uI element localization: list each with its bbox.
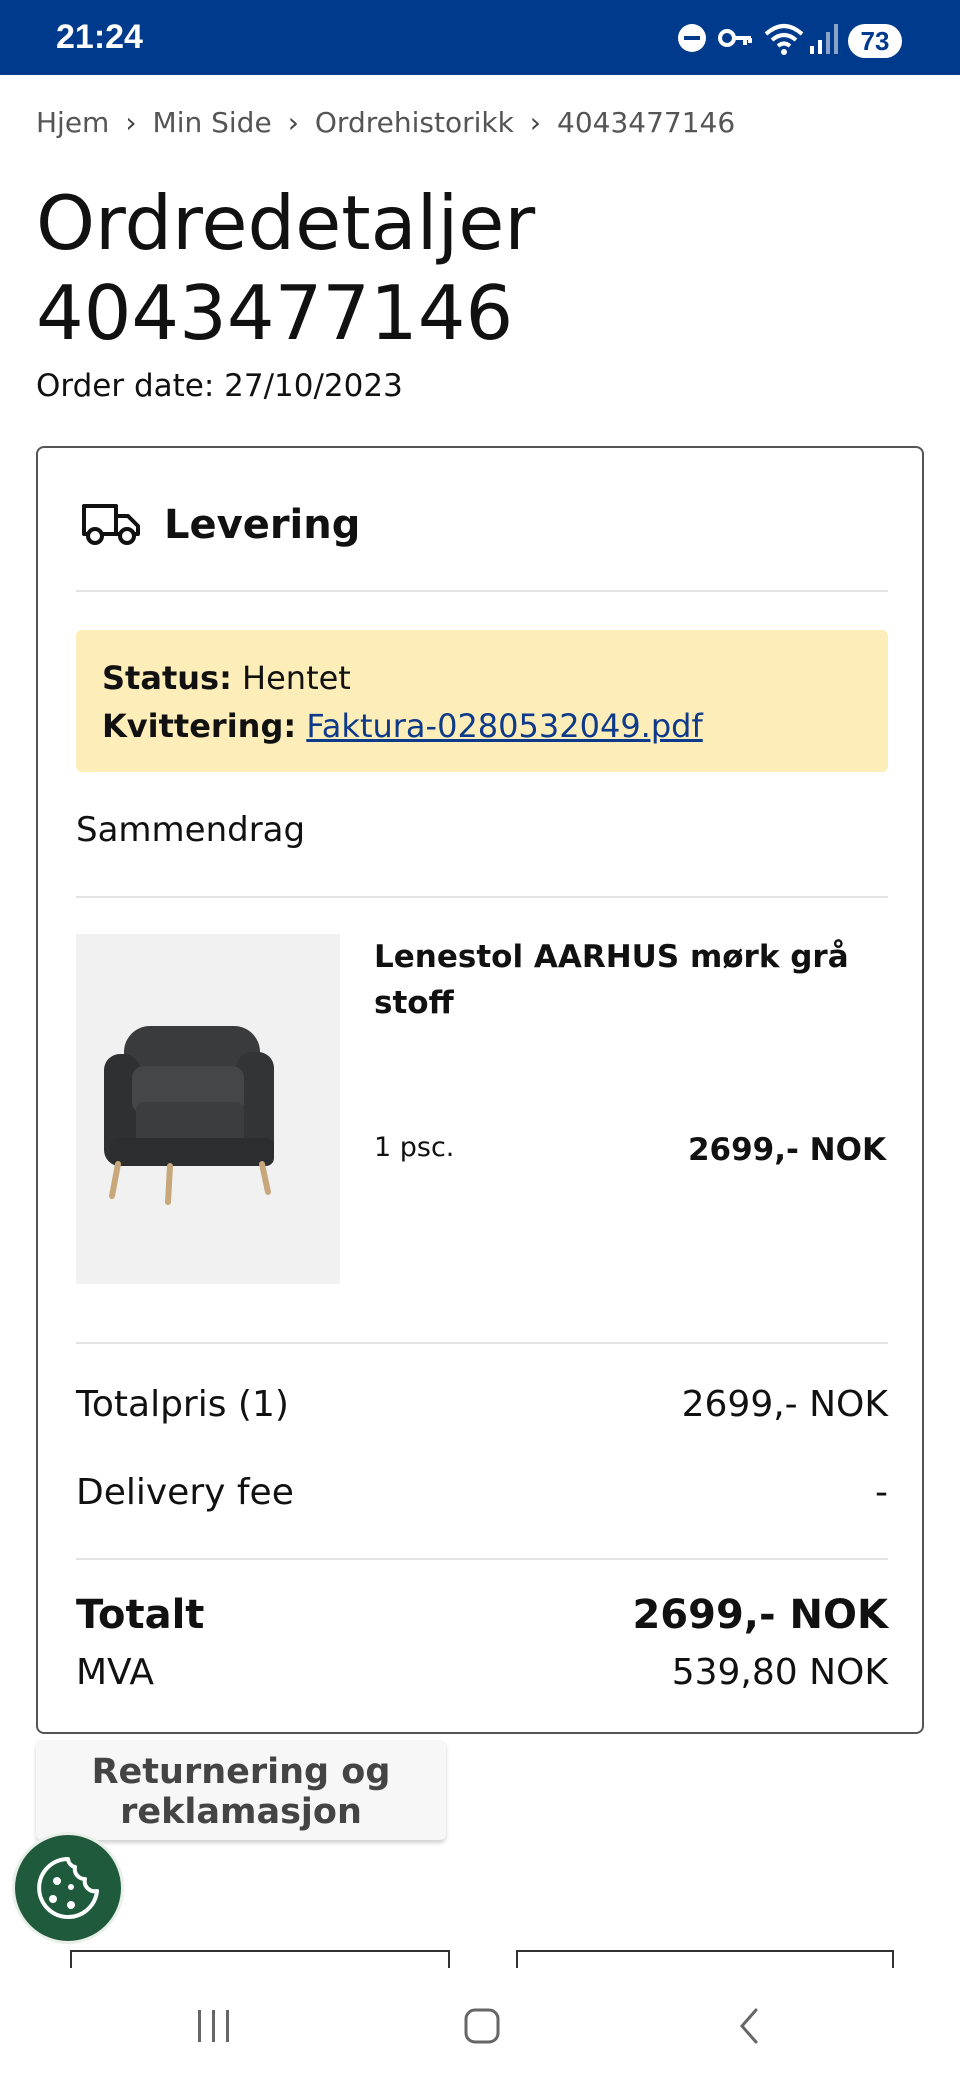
divider [76,1342,888,1344]
total-price-value: 2699,- NOK [681,1384,888,1425]
breadcrumb-home[interactable]: Hjem [36,106,109,139]
status-value: Hentet [242,659,351,697]
next-section-box-left [70,1950,450,1970]
order-date: Order date: 27/10/2023 [36,368,403,404]
wifi-icon [764,24,804,55]
delivery-fee-label: Delivery fee [76,1472,294,1513]
total-price-row: Totalpris (1) 2699,- NOK [76,1384,888,1425]
delivery-fee-value: - [875,1472,888,1513]
total-price-label: Totalpris (1) [76,1384,289,1425]
breadcrumb-separator: › [125,106,137,139]
vat-row: MVA 539,80 NOK [76,1652,888,1693]
divider [76,590,888,592]
product-image[interactable] [76,934,340,1284]
summary-heading: Sammendrag [76,810,306,850]
receipt-link[interactable]: Faktura-0280532049.pdf [306,707,702,745]
cookie-icon [37,1857,99,1919]
truck-icon [82,504,140,545]
battery-indicator: 73 [848,24,902,58]
divider [76,1558,888,1560]
order-details-card: Levering Status: Hentet Kvittering: Fakt… [36,446,924,1734]
page-title-order-number: 4043477146 [36,269,514,357]
vpn-key-icon [718,29,752,47]
product-name[interactable]: Lenestol AARHUS mørk grå stoff [374,934,874,1026]
grand-total-value: 2699,- NOK [632,1592,888,1638]
page-title: Ordredetaljer 4043477146 [36,178,916,358]
delivery-fee-row: Delivery fee - [76,1472,888,1513]
status-bar: 21:24 73 [0,0,960,75]
status-line: Status: Hentet [102,654,862,702]
do-not-disturb-icon [678,24,706,52]
breadcrumb-separator: › [529,106,541,139]
vat-value: 539,80 NOK [671,1652,888,1693]
clock: 21:24 [56,18,143,56]
back-icon[interactable] [734,2006,764,2046]
delivery-heading: Levering [164,502,361,548]
status-box: Status: Hentet Kvittering: Faktura-02805… [76,630,888,772]
receipt-line: Kvittering: Faktura-0280532049.pdf [102,702,862,750]
page-title-line1: Ordredetaljer [36,179,536,267]
cookie-settings-button[interactable] [12,1832,124,1944]
signal-icon [810,24,838,54]
breadcrumb-current-order: 4043477146 [557,106,736,139]
return-and-complaint-button[interactable]: Returnering og reklamasjon [36,1740,446,1840]
return-button-line2: reklamasjon [120,1792,362,1832]
status-label: Status: [102,659,232,697]
grand-total-row: Totalt 2699,- NOK [76,1592,888,1638]
home-icon[interactable] [462,2006,502,2046]
armchair-image [104,1026,274,1205]
grand-total-label: Totalt [76,1592,205,1638]
return-button-line1: Returnering og [91,1752,391,1792]
product-quantity: 1 psc. [374,1132,455,1163]
product-price: 2699,- NOK [687,1132,886,1168]
recent-apps-icon[interactable] [192,2006,236,2046]
breadcrumb: Hjem › Min Side › Ordrehistorikk › 4043477146 [36,106,735,139]
divider [76,896,888,898]
breadcrumb-order-history[interactable]: Ordrehistorikk [315,106,514,139]
vat-label: MVA [76,1652,155,1693]
breadcrumb-separator: › [287,106,299,139]
receipt-label: Kvittering: [102,707,297,745]
next-section-box-right [516,1950,894,1970]
breadcrumb-my-page[interactable]: Min Side [153,106,272,139]
